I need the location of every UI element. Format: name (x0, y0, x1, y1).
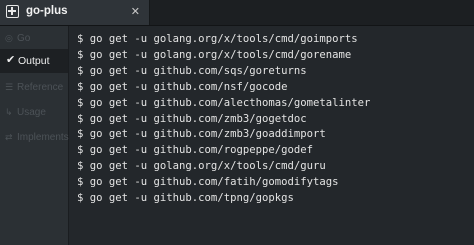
output-line: $ go get -u golang.org/x/tools/cmd/goimp… (77, 33, 358, 45)
sidebar-item-usage[interactable]: ↳ Usage (0, 101, 68, 125)
sidebar-item-go[interactable]: ◎ Go (0, 27, 68, 51)
tab-title: go-plus (26, 5, 68, 17)
sidebar-item-label: Reference (17, 82, 64, 93)
sidebar-item-label: Usage (17, 107, 46, 118)
output-line: $ go get -u github.com/zmb3/gogetdoc (77, 112, 307, 125)
implements-icon: ⇄ (5, 133, 13, 143)
output-line: $ go get -u github.com/tpng/gopkgs (77, 192, 294, 205)
output-console: $ go get -u golang.org/x/tools/cmd/goimp… (69, 26, 474, 245)
output-line: $ go get -u github.com/nsf/gocode (77, 80, 288, 93)
output-line: $ go get -u github.com/zmb3/goaddimport (77, 128, 326, 141)
output-line: $ go get -u github.com/rogpeppe/godef (77, 144, 313, 157)
sidebar-item-output[interactable]: ✔ Output (0, 49, 68, 73)
output-line: $ go get -u github.com/fatih/gomodifytag… (77, 176, 339, 189)
output-line: $ go get -u github.com/sqs/goreturns (77, 64, 307, 77)
usage-icon: ↳ (5, 108, 13, 118)
sidebar-item-implements[interactable]: ⇄ Implements (0, 126, 69, 150)
reference-icon: ☰ (5, 83, 14, 93)
sidebar-item-label: Implements (17, 132, 69, 143)
output-line: $ go get -u golang.org/x/tools/cmd/goren… (77, 48, 352, 61)
plus-square-icon (6, 5, 19, 18)
checkmark-icon: ✔ (6, 53, 16, 66)
output-line: $ go get -u golang.org/x/tools/cmd/guru (77, 160, 326, 173)
sidebar-item-label: Output (18, 55, 50, 67)
tab-bar: go-plus ✕ (0, 0, 474, 26)
close-icon[interactable]: ✕ (131, 5, 140, 19)
sidebar-item-label: Go (17, 33, 31, 44)
tab-go-plus[interactable]: go-plus ✕ (0, 0, 150, 25)
output-lines: $ go get -u golang.org/x/tools/cmd/goimp… (77, 32, 370, 207)
go-plus-panel: go-plus ✕ ◎ Go ✔ Output ☰ Reference ↳ Us… (0, 0, 474, 245)
output-line: $ go get -u github.com/alecthomas/gometa… (77, 96, 371, 109)
go-icon: ◎ (5, 34, 13, 44)
sidebar: ◎ Go ✔ Output ☰ Reference ↳ Usage ⇄ Impl… (0, 26, 69, 245)
sidebar-item-reference[interactable]: ☰ Reference (0, 76, 68, 100)
